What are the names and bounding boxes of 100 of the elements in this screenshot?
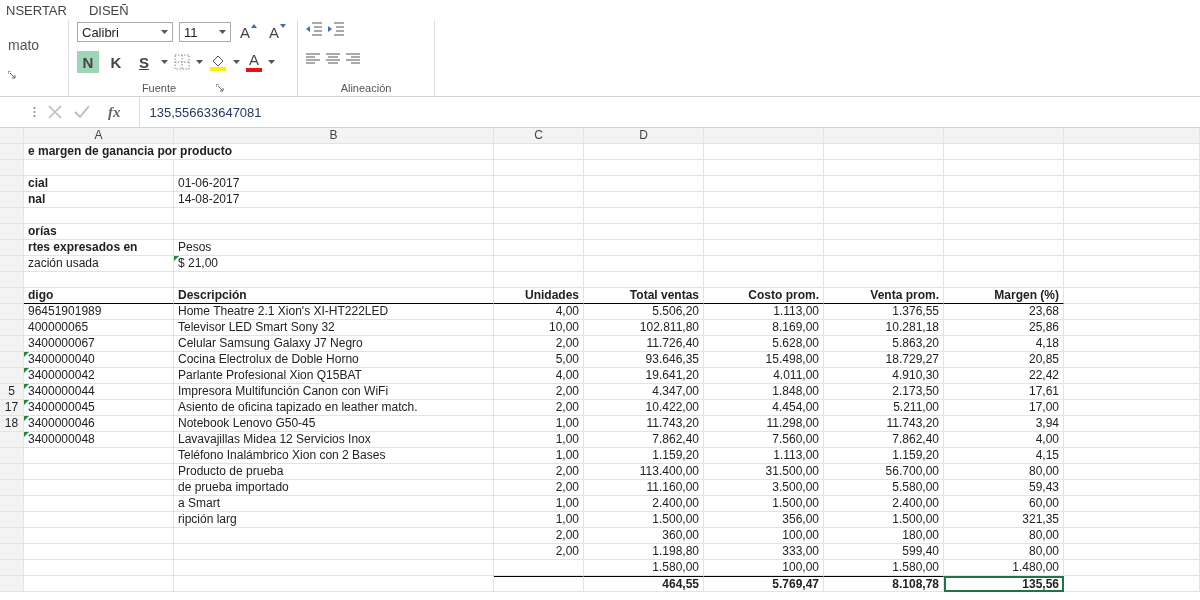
caret-icon[interactable] [233,60,240,64]
table-cell: a Smart [174,496,494,512]
table-cell: Cocina Electrolux de Doble Horno [174,352,494,368]
ribbon-tab[interactable]: DISEÑ [86,2,131,18]
row-header[interactable] [0,544,24,560]
row-number[interactable]: 18 [0,416,24,432]
caret-icon[interactable] [268,60,275,64]
row-header[interactable] [0,448,24,464]
down-arrow-icon [280,23,287,28]
table-cell: 80,00 [944,528,1064,544]
increase-indent-icon[interactable] [328,22,345,36]
select-all-corner[interactable] [0,128,24,144]
row-header[interactable] [0,272,24,288]
table-cell: 2.400,00 [584,496,704,512]
column-header[interactable] [824,128,944,144]
column-header[interactable]: C [494,128,584,144]
row-header[interactable] [0,160,24,176]
table-cell: 1.113,00 [704,448,824,464]
row-header[interactable] [0,432,24,448]
decrease-indent-icon[interactable] [306,22,323,36]
table-cell: 25,86 [944,320,1064,336]
column-header[interactable]: D [584,128,704,144]
dialog-launcher-icon[interactable] [8,71,16,79]
report-title: e margen de ganancia por producto [24,144,494,160]
row-header[interactable] [0,528,24,544]
ribbon-tab[interactable]: NSERTAR [4,2,69,18]
table-cell: 1,00 [494,496,584,512]
insert-function-button[interactable]: fx [102,102,127,122]
grow-font-button[interactable]: A [237,22,260,42]
table-cell: 7.560,00 [704,432,824,448]
row-header[interactable] [0,288,24,304]
align-right-icon[interactable] [346,53,361,65]
table-cell: 2,00 [494,336,584,352]
bold-button[interactable]: N [77,51,99,73]
caret-icon[interactable] [219,30,226,34]
field-label: orías [24,224,174,240]
caret-icon[interactable] [161,30,168,34]
group-label: Fuente [141,82,177,94]
row-header[interactable] [0,352,24,368]
row-header[interactable] [0,464,24,480]
table-cell: 1.198,80 [584,544,704,560]
italic-button[interactable]: K [105,51,127,73]
font-size-field[interactable]: 11 [179,22,231,42]
row-number[interactable]: 5 [0,384,24,400]
column-heading: Margen (%) [944,288,1064,304]
row-header[interactable] [0,368,24,384]
column-header[interactable] [1064,128,1200,144]
row-header[interactable] [0,176,24,192]
column-header[interactable] [704,128,824,144]
underline-button[interactable]: S [133,51,155,73]
align-center-icon[interactable] [326,53,341,65]
borders-icon[interactable] [174,54,190,70]
row-header[interactable] [0,336,24,352]
table-cell: 333,00 [704,544,824,560]
row-header[interactable] [0,256,24,272]
column-heading: Costo prom. [704,288,824,304]
field-label: nal [24,192,174,208]
column-header[interactable] [944,128,1064,144]
table-cell: 4.454,00 [704,400,824,416]
table-cell: Celular Samsung Galaxy J7 Negro [174,336,494,352]
row-header[interactable] [0,208,24,224]
drag-handle-icon[interactable] [33,106,36,118]
check-icon[interactable] [74,105,90,119]
row-number[interactable]: 17 [0,400,24,416]
table-cell: 2.173,50 [824,384,944,400]
table-cell: 4,00 [944,432,1064,448]
row-header[interactable] [0,224,24,240]
row-header[interactable] [0,240,24,256]
row-header[interactable] [0,192,24,208]
dialog-launcher-icon[interactable] [216,84,225,92]
caret-icon[interactable] [161,60,168,64]
font-name-field[interactable]: Calibri [77,22,173,42]
cancel-icon[interactable] [48,105,62,119]
row-header[interactable] [0,560,24,576]
table-cell: Parlante Profesional Xion Q15BAT [174,368,494,384]
row-header[interactable] [0,576,24,592]
row-header[interactable] [0,304,24,320]
fill-bucket-icon[interactable] [209,53,227,71]
field-value: $ 21,00 [174,256,494,272]
table-cell: 356,00 [704,512,824,528]
row-header[interactable] [0,144,24,160]
group-label: mato [8,37,40,53]
column-header[interactable]: A [24,128,174,144]
total-cell[interactable]: 135,56 [944,576,1064,592]
row-header[interactable] [0,496,24,512]
table-cell: 59,43 [944,480,1064,496]
column-heading: Unidades [494,288,584,304]
row-header[interactable] [0,480,24,496]
column-header[interactable]: B [174,128,494,144]
font-color-button[interactable]: A [246,52,262,72]
table-cell: 3400000045 [24,400,174,416]
caret-icon[interactable] [196,60,203,64]
row-header[interactable] [0,320,24,336]
formula-input[interactable]: 135,556633647081 [138,97,1200,127]
shrink-font-button[interactable]: A [266,22,290,42]
row-header[interactable] [0,512,24,528]
table-cell: 8.169,00 [704,320,824,336]
table-cell: 4.347,00 [584,384,704,400]
align-left-icon[interactable] [306,53,321,65]
error-flag-icon [24,352,29,357]
